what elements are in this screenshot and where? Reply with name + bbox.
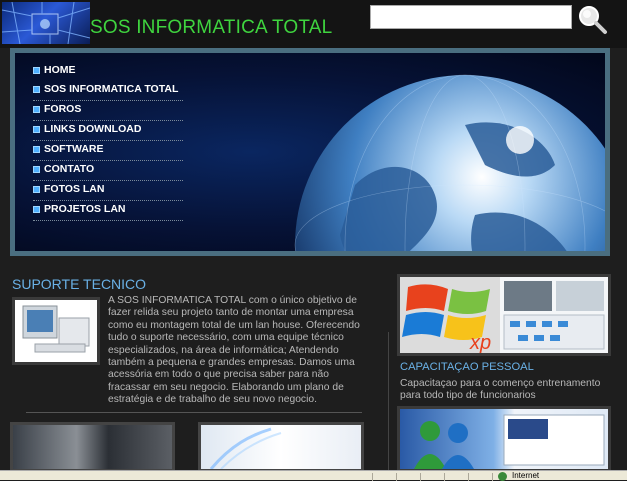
banner: HOME SOS INFORMATICA TOTAL FOROS LINKS D…: [10, 48, 610, 256]
globe-icon: [294, 74, 605, 251]
bullet-icon: [33, 146, 40, 153]
nav-item-label: SOS INFORMATICA TOTAL: [44, 83, 179, 95]
search-input[interactable]: [370, 5, 572, 29]
nav-item-home[interactable]: HOME: [33, 62, 183, 81]
bullet-icon: [33, 67, 40, 74]
nav-item-label: CONTATO: [44, 163, 95, 175]
fiber-optic-icon: [209, 427, 282, 470]
column-divider: [388, 332, 389, 472]
nav-item-links-download[interactable]: LINKS DOWNLOAD: [33, 121, 183, 141]
windows-xp-icon: xp: [400, 277, 608, 353]
lan-photo-thumbnail[interactable]: [10, 422, 175, 472]
nav-item-label: LINKS DOWNLOAD: [44, 123, 142, 135]
windows-xp-image[interactable]: xp: [397, 274, 611, 356]
nav-item-label: FOROS: [44, 103, 82, 115]
circuit-board-icon: [2, 2, 90, 44]
nav-item-fotos-lan[interactable]: FOTOS LAN: [33, 181, 183, 201]
messenger-image[interactable]: [397, 406, 611, 472]
site-title[interactable]: SOS INFORMATICA TOTAL: [90, 17, 332, 39]
site-logo[interactable]: [2, 2, 90, 44]
suporte-tecnico-title: SUPORTE TECNICO: [12, 276, 147, 292]
status-bar: Internet: [0, 470, 627, 481]
search-icon[interactable]: [576, 3, 608, 35]
nav-item-label: FOTOS LAN: [44, 183, 105, 195]
messenger-icon: [414, 414, 605, 469]
bullet-icon: [33, 206, 40, 213]
nav-item-label: SOFTWARE: [44, 143, 104, 155]
computer-icon: [22, 305, 90, 353]
banner-image: HOME SOS INFORMATICA TOTAL FOROS LINKS D…: [15, 53, 605, 251]
nav-item-label: HOME: [44, 64, 76, 76]
nav-item-label: PROJETOS LAN: [44, 203, 126, 215]
nav-item-contato[interactable]: CONTATO: [33, 161, 183, 181]
tech-photo-thumbnail[interactable]: [198, 422, 364, 472]
computer-image: [12, 297, 100, 365]
capacitacao-text: Capacitaçao para o començo entrenamento …: [400, 378, 601, 402]
site-header: SOS INFORMATICA TOTAL: [0, 0, 627, 48]
bullet-icon: [33, 126, 40, 133]
nav-item-software[interactable]: SOFTWARE: [33, 141, 183, 161]
suporte-tecnico-text: A SOS INFORMATICA TOTAL com o único obje…: [108, 295, 360, 406]
zone-label: Internet: [512, 471, 540, 480]
nav-item-projetos-lan[interactable]: PROJETOS LAN: [33, 201, 183, 221]
bullet-icon: [33, 106, 40, 113]
bullet-icon: [33, 166, 40, 173]
nav-item-foros[interactable]: FOROS: [33, 101, 183, 121]
nav-item-sos-informatica[interactable]: SOS INFORMATICA TOTAL: [33, 81, 183, 101]
bullet-icon: [33, 86, 40, 93]
bullet-icon: [33, 186, 40, 193]
main-nav: HOME SOS INFORMATICA TOTAL FOROS LINKS D…: [33, 62, 183, 221]
xp-label: xp: [469, 332, 491, 353]
capacitacao-title: CAPACITAÇAO PESSOAL: [400, 361, 534, 373]
divider: [26, 412, 362, 413]
